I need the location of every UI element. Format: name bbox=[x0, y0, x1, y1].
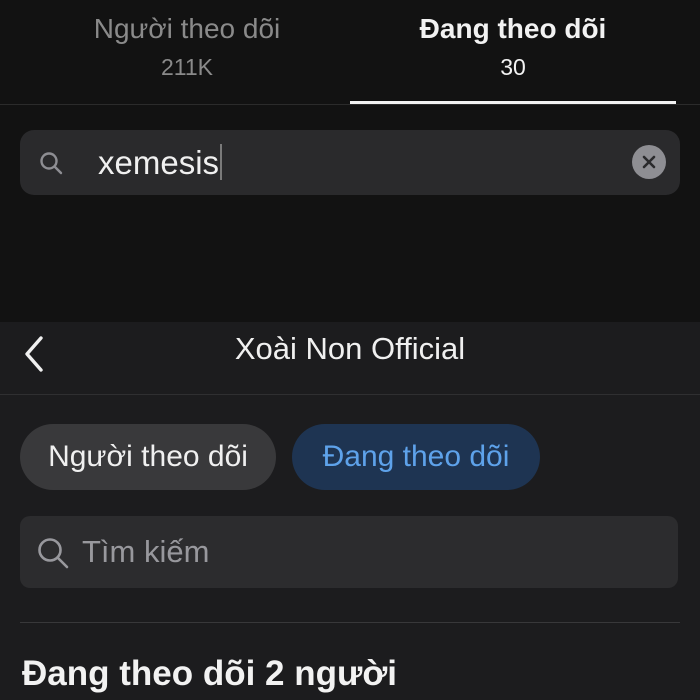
screen: Người theo dõi 211K Đang theo dõi 30 xem… bbox=[0, 0, 700, 700]
following-count-heading: Đang theo dõi 2 người bbox=[22, 654, 397, 693]
section-divider bbox=[20, 622, 680, 623]
following-screen: Xoài Non Official Người theo dõi Đang th… bbox=[0, 322, 700, 700]
tab-followers[interactable]: Người theo dõi 211K bbox=[24, 0, 350, 104]
page-title: Xoài Non Official bbox=[234, 331, 466, 366]
search-input-value[interactable]: xemesis bbox=[98, 144, 223, 182]
search-input[interactable]: xemesis bbox=[20, 130, 680, 195]
navigation-bar: Xoài Non Official bbox=[0, 322, 700, 395]
tab-followers-pill[interactable]: Người theo dõi bbox=[20, 424, 276, 490]
tab-divider bbox=[0, 104, 700, 105]
clear-icon bbox=[642, 155, 656, 169]
tab-followers-count: 211K bbox=[160, 54, 213, 80]
search-query-text: xemesis bbox=[98, 144, 220, 181]
search-icon bbox=[36, 536, 70, 570]
tab-following[interactable]: Đang theo dõi 30 bbox=[350, 0, 676, 104]
clear-search-button[interactable] bbox=[632, 145, 666, 179]
text-caret bbox=[220, 144, 223, 180]
tab-followers-label: Người theo dõi bbox=[93, 13, 281, 44]
search-placeholder: Tìm kiếm bbox=[82, 534, 210, 569]
search-field[interactable]: Tìm kiếm bbox=[20, 516, 678, 588]
tab-following-pill[interactable]: Đang theo dõi bbox=[292, 424, 540, 490]
active-tab-indicator bbox=[350, 101, 676, 104]
profile-follow-panel: Người theo dõi 211K Đang theo dõi 30 xem… bbox=[0, 0, 700, 322]
tab-following-label: Đang theo dõi bbox=[419, 13, 607, 44]
search-icon bbox=[38, 150, 64, 176]
tab-following-count: 30 bbox=[500, 54, 526, 80]
